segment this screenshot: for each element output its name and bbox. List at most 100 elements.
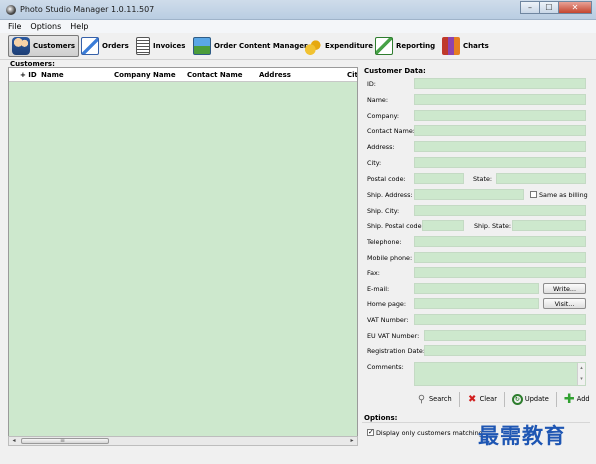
menu-help[interactable]: Help	[70, 22, 88, 31]
ship-postal-code-label: Ship. Postal code:	[367, 222, 424, 230]
ship-city-field[interactable]	[414, 205, 586, 216]
charts-icon	[442, 37, 460, 55]
clear-button[interactable]: ✖ Clear	[465, 394, 499, 405]
scroll-right-icon[interactable]: ▸	[347, 437, 357, 445]
title-bar: Photo Studio Manager 1.0.11.507 – ☐ ✕	[0, 0, 596, 20]
column-contact[interactable]: Contact Name	[187, 71, 243, 79]
options-label: Options:	[364, 414, 398, 422]
postal-code-field[interactable]	[414, 173, 464, 184]
fax-label: Fax:	[367, 269, 380, 277]
toolbar-orders-label: Orders	[102, 42, 129, 50]
separator	[555, 391, 557, 407]
ship-state-label: Ship. State:	[474, 222, 512, 230]
registration-date-field[interactable]	[424, 345, 586, 356]
action-buttons: ⚲ Search ✖ Clear ↻ Update ✚ Add	[414, 390, 592, 408]
clear-x-icon: ✖	[467, 393, 477, 405]
visit-homepage-button[interactable]: Visit...	[543, 298, 586, 309]
order-content-icon	[193, 37, 211, 55]
toolbar-expenditure-button[interactable]: Expenditure	[301, 35, 376, 57]
minimize-button[interactable]: –	[520, 1, 540, 14]
toolbar-invoices-button[interactable]: Invoices	[133, 35, 188, 57]
menu-options[interactable]: Options	[30, 22, 61, 31]
comments-scrollbar[interactable]: ▴ ▾	[577, 363, 585, 385]
toolbar-charts-label: Charts	[463, 42, 489, 50]
company-label: Company:	[367, 112, 400, 120]
registration-date-label: Registration Date:	[367, 347, 425, 355]
customers-icon	[12, 37, 30, 55]
telephone-label: Telephone:	[367, 238, 402, 246]
telephone-field[interactable]	[414, 236, 586, 247]
postal-code-label: Postal code:	[367, 175, 406, 183]
clear-label: Clear	[479, 395, 497, 403]
home-page-label: Home page:	[367, 300, 407, 308]
separator	[503, 391, 505, 407]
toolbar: Customers Orders Invoices Order Content …	[0, 33, 596, 60]
eu-vat-number-field[interactable]	[424, 330, 586, 341]
email-label: E-mail:	[367, 285, 390, 293]
reporting-icon	[375, 37, 393, 55]
column-city[interactable]: City	[347, 71, 357, 79]
ship-state-field[interactable]	[512, 220, 586, 231]
city-label: City:	[367, 159, 382, 167]
contact-name-label: Contact Name:	[367, 127, 415, 135]
toolbar-orders-button[interactable]: Orders	[78, 35, 132, 57]
menu-bar: File Options Help	[0, 20, 596, 33]
vat-number-label: VAT Number:	[367, 316, 409, 324]
horizontal-scrollbar[interactable]: ◂ ≡ ▸	[8, 436, 358, 446]
mobile-phone-field[interactable]	[414, 252, 586, 263]
toolbar-order-content-button[interactable]: Order Content Manager	[190, 35, 310, 57]
toolbar-invoices-label: Invoices	[153, 42, 186, 50]
toolbar-reporting-button[interactable]: Reporting	[372, 35, 438, 57]
toolbar-expenditure-label: Expenditure	[325, 42, 373, 50]
scroll-left-icon[interactable]: ◂	[9, 437, 19, 445]
scroll-grip-icon: ≡	[60, 437, 66, 444]
scroll-down-icon[interactable]: ▾	[578, 374, 585, 385]
company-field[interactable]	[414, 110, 586, 121]
vat-number-field[interactable]	[414, 314, 586, 325]
column-company[interactable]: Company Name	[114, 71, 176, 79]
update-button[interactable]: ↻ Update	[510, 393, 551, 405]
display-matching-checkbox[interactable]	[367, 428, 374, 436]
column-name[interactable]: Name	[41, 71, 64, 79]
ship-address-label: Ship. Address:	[367, 191, 413, 199]
search-icon: ⚲	[417, 393, 426, 405]
toolbar-charts-button[interactable]: Charts	[439, 35, 492, 57]
email-field[interactable]	[414, 283, 539, 294]
write-email-button[interactable]: Write...	[543, 283, 586, 294]
display-matching-label: Display only customers matching	[376, 429, 483, 437]
window-controls: – ☐ ✕	[520, 1, 592, 14]
search-button[interactable]: ⚲ Search	[414, 394, 454, 405]
comments-field[interactable]: ▴ ▾	[414, 362, 586, 386]
ship-postal-code-field[interactable]	[422, 220, 464, 231]
coins-icon	[304, 37, 322, 55]
name-label: Name:	[367, 96, 389, 104]
home-page-field[interactable]	[414, 298, 539, 309]
scroll-thumb[interactable]: ≡	[21, 437, 109, 444]
column-address[interactable]: Address	[259, 71, 291, 79]
fax-field[interactable]	[414, 267, 586, 278]
menu-file[interactable]: File	[8, 22, 21, 31]
toolbar-customers-button[interactable]: Customers	[8, 35, 80, 57]
add-button[interactable]: ✚ Add	[562, 393, 592, 406]
contact-name-field[interactable]	[414, 125, 586, 136]
state-field[interactable]	[496, 173, 586, 184]
search-label: Search	[429, 395, 452, 403]
id-label: ID:	[367, 80, 376, 88]
watermark: 最需教育	[478, 423, 566, 448]
address-field[interactable]	[414, 141, 586, 152]
scroll-up-icon[interactable]: ▴	[578, 363, 585, 374]
app-icon	[6, 5, 16, 15]
close-button[interactable]: ✕	[558, 1, 592, 14]
ship-address-field[interactable]	[414, 189, 524, 200]
maximize-button[interactable]: ☐	[539, 1, 559, 14]
separator	[458, 391, 460, 407]
toolbar-reporting-label: Reporting	[396, 42, 436, 50]
same-as-billing-checkbox[interactable]	[530, 191, 537, 198]
name-field[interactable]	[414, 94, 586, 105]
column-id[interactable]: + ID	[20, 71, 37, 79]
grid-header: + ID Name Company Name Contact Name Addr…	[9, 68, 357, 82]
customers-grid[interactable]: + ID Name Company Name Contact Name Addr…	[8, 67, 358, 446]
city-field[interactable]	[414, 157, 586, 168]
customer-data-label: Customer Data:	[364, 67, 426, 75]
id-field[interactable]	[414, 78, 586, 89]
